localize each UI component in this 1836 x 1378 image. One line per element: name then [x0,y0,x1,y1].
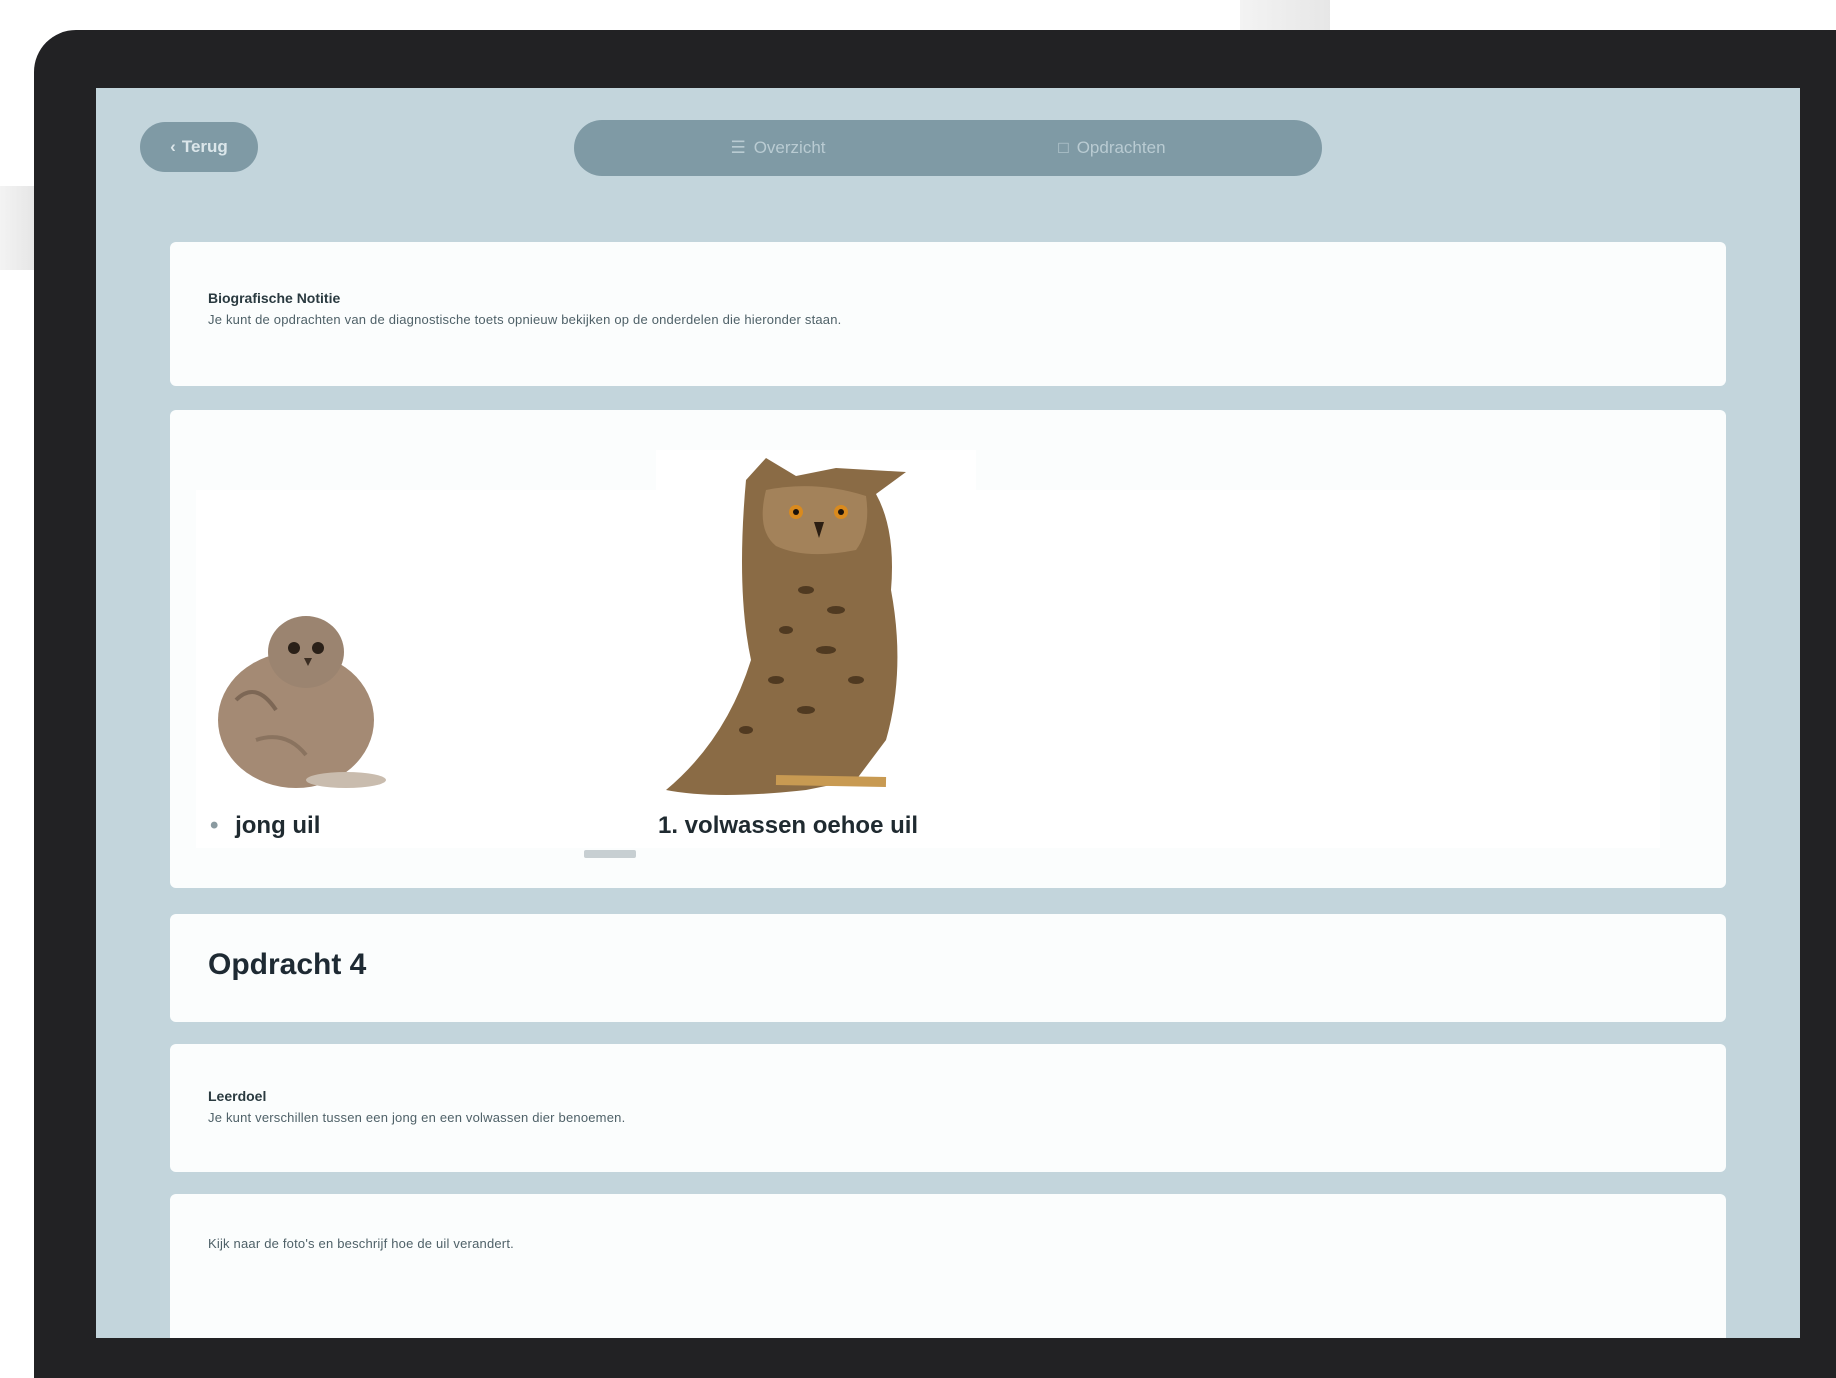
view-switcher: ☰ Overzicht □ Opdrachten [574,120,1322,176]
bullet-icon: • [210,812,219,839]
tab-opdrachten-label: Opdrachten [1076,138,1166,157]
back-button-label: Terug [181,137,228,156]
slider-handle[interactable] [584,850,636,858]
clipboard-icon: □ [1058,138,1069,157]
assignment-heading-card: Opdracht 4 [170,914,1726,1022]
top-toolbar: ‹ Terug ☰ Overzicht □ Opdrachten [96,88,1800,208]
tab-opdrachten[interactable]: □ Opdrachten [1058,138,1165,158]
chevron-left-icon: ‹ [170,137,176,156]
image-gallery-card: • jong uil 1. volwassen oehoe uil [170,410,1726,888]
app-screen: ‹ Terug ☰ Overzicht □ Opdrachten Biograf… [96,88,1800,1338]
eagle-owl-caption: 1. volwassen oehoe uil [658,812,918,840]
eagle-owl-photo [666,458,906,795]
leerdoel-label: Leerdoel [208,1088,267,1104]
back-button[interactable]: ‹ Terug [140,122,258,172]
backdrop-shape-top [1240,0,1330,32]
intro-card-text: Je kunt de opdrachten van de diagnostisc… [208,312,842,327]
eagle-owl-caption-text: 1. volwassen oehoe uil [658,812,919,839]
list-icon: ☰ [730,138,746,157]
assignment-heading: Opdracht 4 [208,948,367,981]
owl-chick-caption: • jong uil [210,812,320,840]
image-gallery: • jong uil 1. volwassen oehoe uil [196,450,1660,858]
next-question-card: Kijk naar de foto's en beschrijf hoe de … [170,1194,1726,1338]
intro-card-label: Biografische Notitie [208,290,341,306]
owl-chick-image[interactable] [196,590,396,790]
next-question-text: Kijk naar de foto's en beschrijf hoe de … [208,1236,514,1251]
tab-overzicht-label: Overzicht [753,138,826,157]
owl-chick-caption-text: jong uil [235,812,321,839]
tab-overzicht[interactable]: ☰ Overzicht [730,138,825,158]
eagle-owl-image[interactable] [656,450,976,810]
backdrop-shape-left [0,186,34,270]
leerdoel-text: Je kunt verschillen tussen een jong en e… [208,1110,626,1125]
intro-card: Biografische Notitie Je kunt de opdracht… [170,242,1726,386]
owl-chick-photo [218,616,386,788]
leerdoel-card: Leerdoel Je kunt verschillen tussen een … [170,1044,1726,1172]
